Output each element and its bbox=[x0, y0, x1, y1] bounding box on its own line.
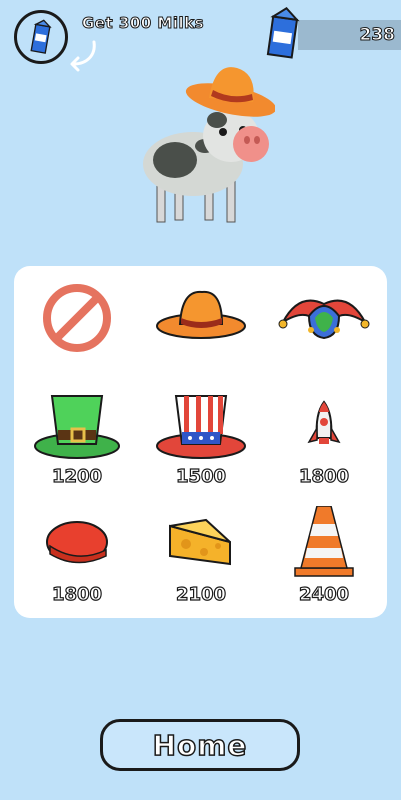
jester-hat-icon bbox=[278, 299, 370, 340]
price-label: 2100 bbox=[175, 583, 227, 605]
beret-icon bbox=[46, 521, 108, 564]
shop-item-beret[interactable]: 1800 bbox=[22, 506, 132, 616]
cow-character bbox=[143, 67, 275, 223]
uncle-sam-hat-icon bbox=[156, 395, 246, 459]
cowboy-hat-icon bbox=[156, 290, 246, 339]
home-button-label: Home bbox=[152, 728, 248, 763]
shop-item-uncle-sam-hat[interactable]: 1500 bbox=[146, 388, 256, 498]
milk-counter: 238 bbox=[298, 20, 401, 50]
shop-item-jester-hat[interactable] bbox=[269, 274, 379, 384]
shop-item-cheese[interactable]: 2100 bbox=[146, 506, 256, 616]
cheese-icon bbox=[169, 518, 231, 566]
price-label: 1500 bbox=[175, 465, 227, 487]
goal-text: Get 300 Milks bbox=[81, 14, 205, 33]
no-hat-icon bbox=[43, 284, 111, 352]
milk-count: 238 bbox=[359, 25, 395, 46]
shop-item-traffic-cone[interactable]: 2400 bbox=[269, 506, 379, 616]
goal-milk-icon bbox=[14, 10, 68, 64]
home-button[interactable]: Home bbox=[100, 719, 300, 771]
shop-item-cowboy-hat[interactable] bbox=[146, 274, 256, 384]
shop-item-rocket[interactable]: 1800 bbox=[269, 388, 379, 498]
price-label: 1800 bbox=[298, 465, 350, 487]
green-top-hat-icon bbox=[34, 395, 120, 459]
rocket-icon bbox=[307, 400, 341, 444]
traffic-cone-icon bbox=[294, 506, 354, 577]
price-label: 1800 bbox=[51, 583, 103, 605]
milk-carton-icon bbox=[266, 6, 300, 59]
price-label: 1200 bbox=[51, 465, 103, 487]
price-label: 2400 bbox=[298, 583, 350, 605]
curved-arrow-icon bbox=[70, 40, 96, 72]
shop-panel: 1200 1500 1800 1800 2100 2400 bbox=[14, 266, 387, 618]
shop-item-none[interactable] bbox=[22, 274, 132, 384]
shop-item-leprechaun-hat[interactable]: 1200 bbox=[22, 388, 132, 498]
